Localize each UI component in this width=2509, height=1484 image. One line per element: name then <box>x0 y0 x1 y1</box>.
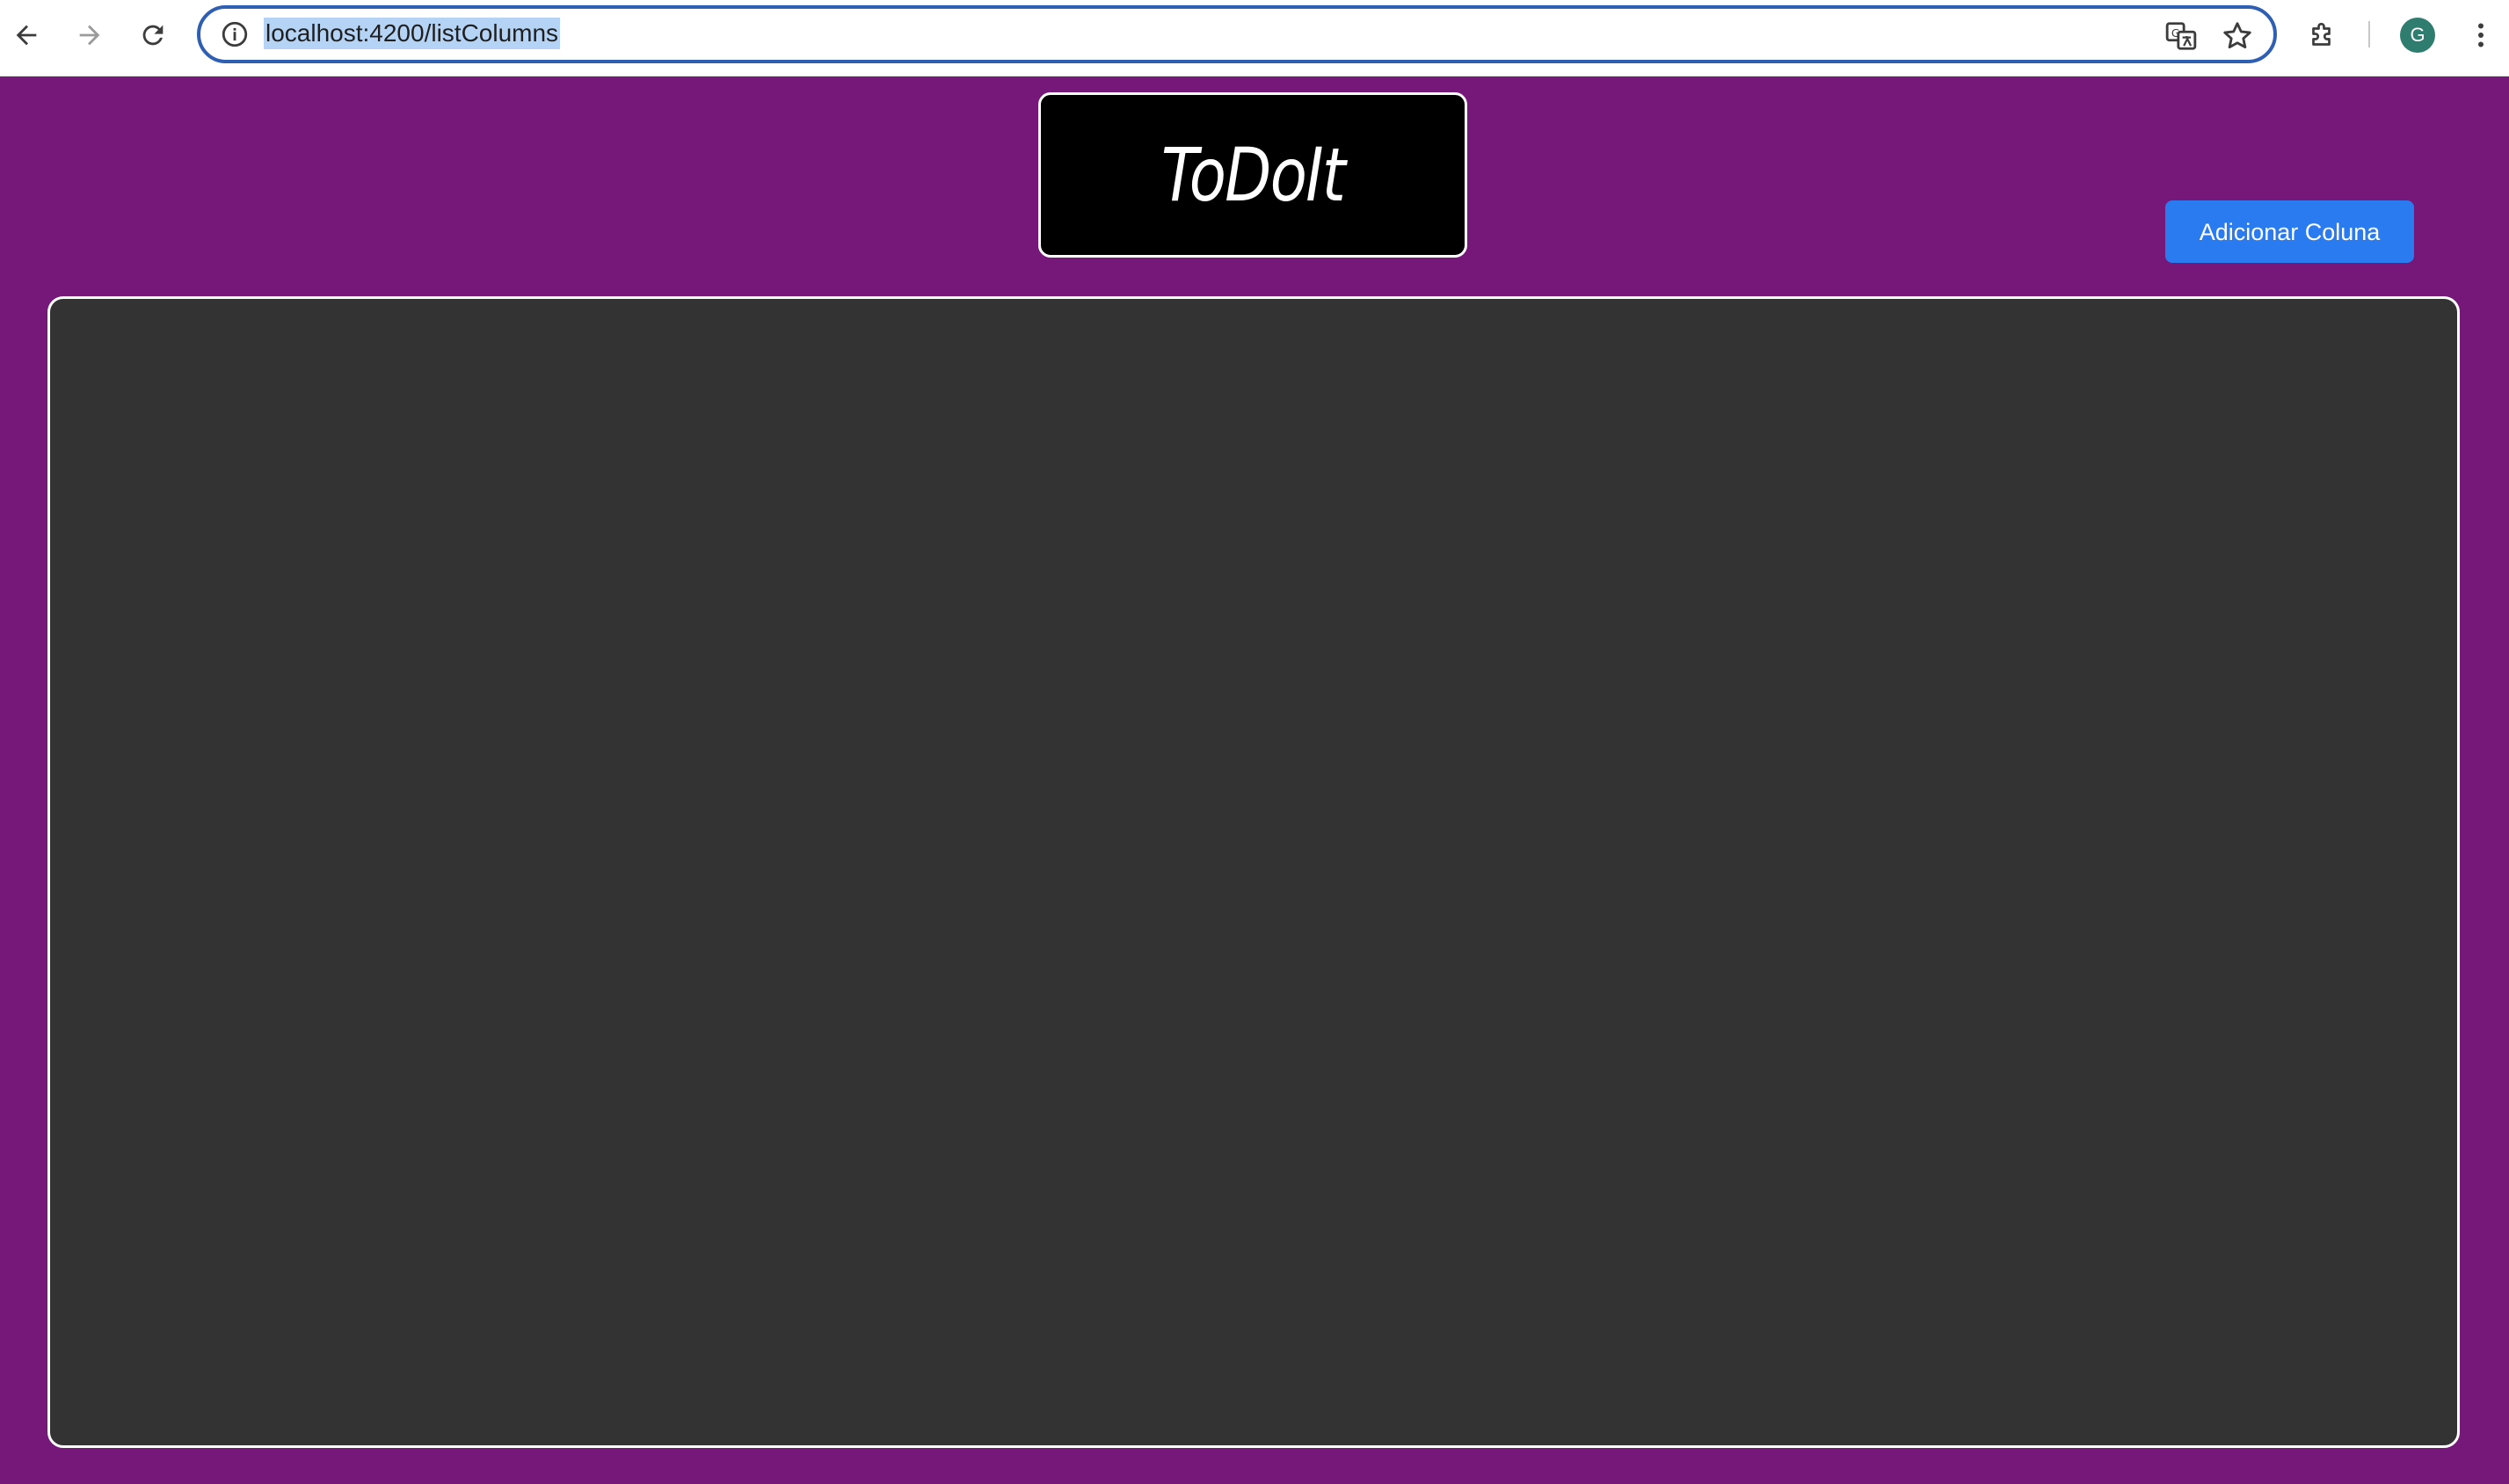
logo-text: ToDoIt <box>1160 132 1346 218</box>
toolbar-separator <box>2368 21 2370 47</box>
info-icon[interactable] <box>220 19 250 49</box>
reload-icon <box>142 25 164 46</box>
back-button[interactable] <box>7 16 46 55</box>
reload-button[interactable] <box>134 16 172 55</box>
browser-menu-button[interactable] <box>2462 16 2500 55</box>
browser-toolbar: localhost:4200/listColumns G G <box>0 0 2509 76</box>
add-column-button[interactable]: Adicionar Coluna <box>2165 200 2414 263</box>
kebab-menu-icon <box>2478 23 2484 47</box>
arrow-left-icon <box>16 25 37 46</box>
extensions-button[interactable] <box>2303 16 2342 55</box>
columns-board <box>47 296 2460 1448</box>
address-bar[interactable]: localhost:4200/listColumns G <box>197 5 2277 63</box>
arrow-right-icon <box>79 25 100 46</box>
forward-button[interactable] <box>70 16 109 55</box>
puzzle-icon <box>2312 22 2331 46</box>
app-logo: ToDoIt <box>1038 92 1467 258</box>
url-text[interactable]: localhost:4200/listColumns <box>264 18 561 49</box>
translate-icon[interactable]: G <box>2164 19 2198 53</box>
profile-avatar[interactable]: G <box>2400 18 2435 53</box>
app-page: ToDoIt Adicionar Coluna <box>0 76 2509 1484</box>
star-icon[interactable] <box>2221 19 2254 53</box>
